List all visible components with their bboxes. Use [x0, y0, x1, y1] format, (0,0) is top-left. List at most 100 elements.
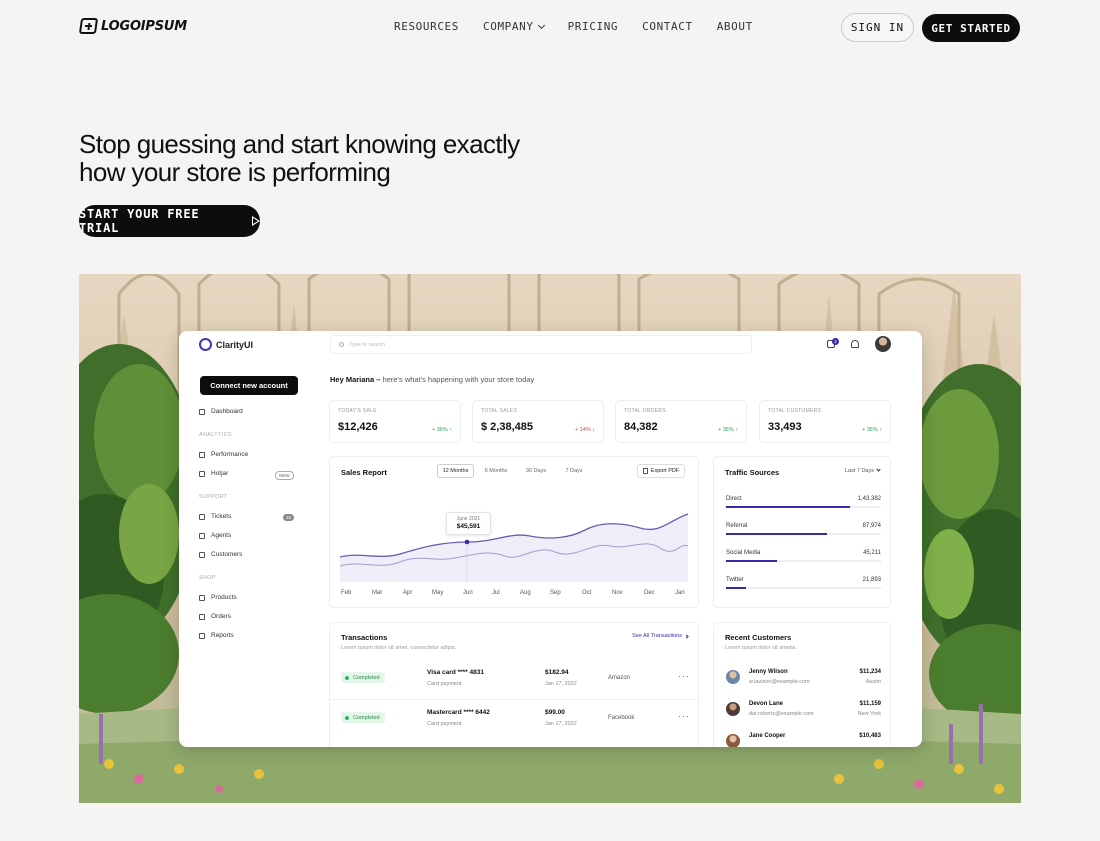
table-row[interactable]: Completed Mastercard **** 6442 Card paym… [330, 699, 700, 738]
stat-change: + 36% ↑ [431, 427, 452, 433]
sidebar-item-agents[interactable]: Agents [199, 532, 231, 539]
start-free-trial-label: START YOUR FREE TRIAL [79, 207, 200, 235]
sidebar-item-customers[interactable]: Customers [199, 551, 242, 558]
customer-email: w.lawson@example.com [749, 679, 810, 685]
sidebar-item-products[interactable]: Products [199, 594, 237, 601]
export-pdf-label: Export PDF [650, 468, 680, 474]
dashboard-brand[interactable]: ClarityUI [199, 338, 253, 351]
recent-customers-card: Recent Customers Lorem ipsum dolor sit a… [713, 622, 891, 747]
sign-in-button[interactable]: SIGN IN [841, 13, 914, 42]
transactions-title: Transactions [341, 633, 388, 642]
traffic-bar-fill [726, 560, 778, 562]
ticket-icon [199, 513, 205, 520]
traffic-bar-fill [726, 533, 827, 535]
avatar [726, 734, 740, 747]
greeting-text: here's what's happening with your store … [382, 375, 535, 384]
range-30-days[interactable]: 30 Days [521, 464, 551, 478]
month-label: Jan [675, 590, 685, 596]
month-label: Sep [550, 590, 561, 596]
sales-report-title: Sales Report [341, 468, 387, 477]
month-label: Dec [644, 590, 655, 596]
sidebar-item-orders[interactable]: Orders [199, 613, 231, 620]
transaction-date: Jan 17, 2022 [545, 721, 577, 727]
list-item[interactable]: Devon Lane dat.roberts@example.com $11,1… [726, 701, 881, 729]
tooltip-date: June 2021 [456, 516, 481, 522]
transactions-subtitle: Lorem ipsum dolor sit amet, consectetur … [341, 645, 457, 651]
dashboard-search-input[interactable]: Type to search [330, 335, 752, 354]
export-pdf-button[interactable]: Export PDF [637, 464, 685, 478]
range-6-months[interactable]: 6 Months [480, 464, 512, 478]
table-row[interactable]: Completed Visa card **** 4831 Card payme… [330, 660, 700, 699]
transaction-amount: $182.94 [545, 669, 569, 676]
get-started-button[interactable]: GET STARTED [922, 14, 1020, 42]
transaction-date: Jan 17, 2022 [545, 681, 577, 687]
month-label: Mar [372, 590, 383, 596]
traffic-bar-fill [726, 587, 747, 589]
traffic-bar-track [726, 587, 881, 589]
sidebar-item-label: Products [211, 594, 237, 601]
transaction-type: Card payment [427, 721, 462, 727]
traffic-sources-title: Traffic Sources [725, 468, 780, 477]
traffic-value: 87,974 [862, 523, 881, 529]
transaction-type: Card payment [427, 681, 462, 687]
traffic-value: 45,211 [863, 550, 881, 556]
bell-icon[interactable] [851, 340, 859, 348]
dashboard-brand-name: ClarityUI [216, 339, 254, 350]
sidebar-item-reports[interactable]: Reports [199, 632, 234, 639]
transaction-card: Visa card **** 4831 [427, 669, 484, 676]
customer-amount: $11,234 [859, 669, 881, 675]
list-item[interactable]: Jane Cooper $10,483 [726, 733, 881, 747]
sidebar-item-label: Orders [211, 613, 231, 620]
more-options-icon[interactable]: ··· [678, 671, 690, 681]
stat-card-total-customers: TOTAL CUSTOMERS 33,493 + 36% ↑ [759, 400, 891, 443]
stat-change: + 14% ↓ [574, 427, 595, 433]
bag-icon [199, 613, 205, 620]
recent-customers-title: Recent Customers [725, 633, 792, 642]
range-7-days[interactable]: 7 Days [561, 464, 587, 478]
stat-label: TOTAL ORDERS [624, 408, 666, 414]
hero-title-line2: how your store is performing [79, 157, 391, 187]
avatar [726, 670, 740, 684]
nav-link-about[interactable]: ABOUT [717, 20, 753, 33]
month-label: Feb [341, 590, 352, 596]
start-free-trial-button[interactable]: START YOUR FREE TRIAL [79, 205, 260, 237]
traffic-label: Referral [726, 523, 748, 529]
avatar[interactable] [875, 336, 891, 352]
traffic-bar-fill [726, 506, 850, 508]
more-options-icon[interactable]: ··· [678, 711, 690, 721]
dashboard-sidebar: ClarityUI Connect new account Dashboard … [179, 331, 329, 747]
sidebar-section-analytics: ANALYTICS [199, 432, 232, 438]
sidebar-item-dashboard[interactable]: Dashboard [199, 408, 243, 415]
tickets-count-badge: 15 [283, 514, 295, 521]
greeting-name: Hey Mariana – [330, 375, 381, 384]
tooltip-value: $45,591 [456, 523, 481, 530]
nav-link-company[interactable]: COMPANY [483, 20, 545, 33]
traffic-value: 1,43,382 [857, 496, 881, 502]
avatar [726, 702, 740, 716]
stat-label: TOTAL SALES [481, 408, 518, 414]
nav-link-resources[interactable]: RESOURCES [394, 20, 459, 33]
sidebar-item-label: Tickets [211, 513, 232, 520]
nav-link-pricing[interactable]: PRICING [568, 20, 619, 33]
stat-label: TOTAL CUSTOMERS [768, 408, 822, 414]
logo[interactable]: LOGOIPSUM [78, 18, 187, 34]
see-all-transactions-link[interactable]: See All Transactions [632, 633, 689, 639]
range-12-months[interactable]: 12 Months [437, 464, 474, 478]
folder-icon [199, 594, 205, 601]
logo-icon [78, 18, 99, 34]
list-item[interactable]: Jenny Wilson w.lawson@example.com $11,23… [726, 669, 881, 697]
traffic-label: Social Media [726, 550, 761, 556]
stat-card-todays-sale: TODAY'S SALE $12,426 + 36% ↑ [329, 400, 461, 443]
notification-count-badge: 2 [832, 338, 839, 345]
nav-link-contact[interactable]: CONTACT [642, 20, 693, 33]
sidebar-item-hotjar[interactable]: Hotjar [199, 470, 228, 477]
search-icon [339, 342, 344, 347]
transaction-vendor: Facebook [608, 715, 635, 721]
traffic-range-select[interactable]: Last 7 Days [845, 467, 881, 474]
customer-name: Jenny Wilson [749, 669, 788, 675]
sidebar-item-performance[interactable]: Performance [199, 451, 248, 458]
connect-account-button[interactable]: Connect new account [200, 376, 298, 395]
stat-value: 84,382 [624, 421, 658, 433]
sidebar-item-tickets[interactable]: Tickets [199, 513, 231, 520]
top-nav: LOGOIPSUM RESOURCES COMPANY PRICING CONT… [0, 0, 1100, 56]
